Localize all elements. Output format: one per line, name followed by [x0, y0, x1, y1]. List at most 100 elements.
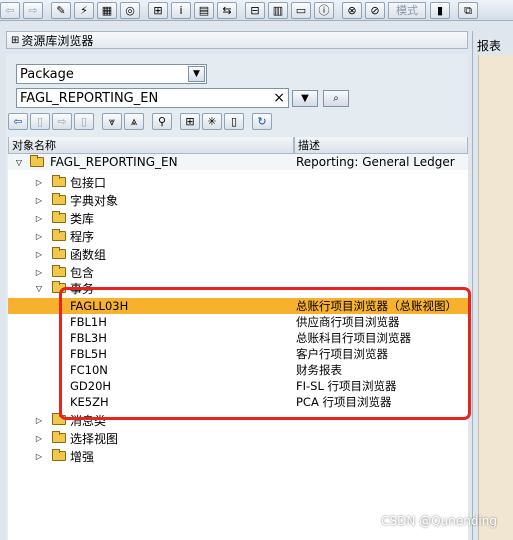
tree-node-class-library[interactable]: ▷ 类库 — [8, 210, 468, 226]
repository-browser-icon: ⊞ — [11, 34, 20, 46]
tree-root-row[interactable]: ▽ FAGL_REPORTING_EN Reporting: General L… — [8, 154, 468, 170]
folder-icon — [52, 175, 66, 187]
folder-icon — [52, 431, 66, 443]
worklist-icon[interactable]: ▥ — [268, 1, 288, 19]
transaction-code: FBL3H — [70, 331, 107, 345]
tree-node-package-interfaces[interactable]: ▷ 包接口 — [8, 174, 468, 190]
transaction-description: 财务报表 — [296, 363, 342, 377]
collapsed-icon[interactable]: ▷ — [34, 268, 44, 277]
display-object-list-icon[interactable]: ▤ — [194, 1, 214, 19]
next-list-icon[interactable]: ▯ — [74, 112, 94, 130]
tree-node-label: 程序 — [70, 229, 95, 244]
transaction-description: 供应商行项目浏览器 — [296, 315, 400, 329]
collapsed-icon[interactable]: ▷ — [34, 178, 44, 187]
display-icon[interactable]: ⧉ — [458, 1, 478, 19]
tree-root-description: Reporting: General Ledger — [296, 155, 455, 169]
tree-node-selection-views[interactable]: ▷ 选择视图 — [8, 430, 468, 446]
session-breakpoint-icon[interactable]: ⊘ — [365, 1, 385, 19]
tree-root-label: FAGL_REPORTING_EN — [50, 155, 178, 169]
transaction-row[interactable]: KE5ZH PCA 行项目浏览器 — [8, 394, 468, 410]
object-type-value: Package — [20, 66, 74, 82]
binoculars-find-icon[interactable]: ⚲ — [152, 112, 172, 130]
transaction-row[interactable]: FBL3H 总账科目行项目浏览器 — [8, 330, 468, 346]
folder-open-icon — [52, 281, 66, 293]
tree-node-label: 增强 — [70, 449, 95, 464]
breakpoint-icon[interactable]: ⊗ — [342, 1, 362, 19]
close-icon[interactable]: × — [273, 90, 285, 106]
column-object-name[interactable]: 对象名称 — [8, 137, 294, 154]
transaction-description: 总账科目行项目浏览器 — [296, 331, 411, 345]
chevron-down-icon[interactable]: ▼ — [188, 66, 205, 82]
transaction-description: FI-SL 行项目浏览器 — [296, 379, 397, 393]
tree-node-label: 函数组 — [70, 247, 107, 262]
check-object-icon[interactable]: ▦ — [97, 1, 117, 19]
collapsed-icon[interactable]: ▷ — [34, 250, 44, 259]
tree-node-label: 选择视图 — [70, 431, 119, 446]
hierarchy-up-icon[interactable]: ⊞ — [180, 112, 200, 130]
info-flag-icon[interactable]: i — [171, 1, 191, 19]
collapsed-icon[interactable]: ▷ — [34, 196, 44, 205]
navigate-icon[interactable]: ⇆ — [217, 1, 237, 19]
folder-icon — [52, 247, 66, 259]
transaction-row[interactable]: FBL5H 客户行项目浏览器 — [8, 346, 468, 362]
display-glasses-button[interactable]: ⌕ — [323, 90, 349, 107]
previous-list-icon[interactable]: ▯ — [30, 112, 50, 130]
object-type-select[interactable]: Package ▼ — [16, 64, 207, 84]
display-list-icon[interactable]: ▭ — [291, 1, 311, 19]
transaction-row[interactable]: FAGLL03H 总账行项目浏览器（总账视图） — [8, 298, 468, 314]
collapsed-icon[interactable]: ▷ — [34, 434, 44, 443]
next-object-icon[interactable]: ⇨ — [52, 112, 72, 130]
previous-object-icon[interactable]: ⇦ — [8, 112, 28, 130]
activate-icon[interactable]: ⚡ — [74, 1, 94, 19]
tree-node-programs[interactable]: ▷ 程序 — [8, 228, 468, 244]
dropdown-history-button[interactable]: ▼ — [292, 90, 318, 107]
tree-node-label: 包含 — [70, 265, 95, 280]
transaction-row[interactable]: FBL1H 供应商行项目浏览器 — [8, 314, 468, 330]
clipboard-icon[interactable]: ▯ — [224, 112, 244, 130]
transaction-code: FAGLL03H — [70, 299, 129, 313]
transaction-code: GD20H — [70, 379, 112, 393]
folder-icon — [52, 193, 66, 205]
expanded-icon[interactable]: ▽ — [14, 158, 24, 167]
tree-node-enhancements[interactable]: ▷ 增强 — [8, 448, 468, 464]
tree-node-label: 包接口 — [70, 175, 107, 190]
tree-node-includes[interactable]: ▷ 包含 — [8, 264, 468, 280]
transaction-row[interactable]: GD20H FI-SL 行项目浏览器 — [8, 378, 468, 394]
tree-node-transactions[interactable]: ▽ 事务 — [8, 280, 468, 296]
hide-icon[interactable]: ▮ — [430, 1, 450, 19]
where-used-icon[interactable]: ◎ — [120, 1, 140, 19]
collapsed-icon[interactable]: ▷ — [34, 416, 44, 425]
report-area — [478, 55, 513, 540]
refresh-icon[interactable]: ↻ — [252, 112, 272, 130]
transaction-code: FBL5H — [70, 347, 107, 361]
folder-icon — [52, 413, 66, 425]
folder-icon — [52, 449, 66, 461]
tree-node-dictionary-objects[interactable]: ▷ 字典对象 — [8, 192, 468, 208]
collapsed-icon[interactable]: ▷ — [34, 232, 44, 241]
tree-node-message-classes[interactable]: ▷ 消息类 — [8, 412, 468, 428]
tree-toolbar: ⇦ ▯ ⇨ ▯ ⩔ ⩓ ⚲ ⊞ ✳ ▯ ↻ — [8, 111, 468, 131]
object-name-input[interactable]: FAGL_REPORTING_EN × — [16, 88, 289, 108]
highlight-icon[interactable]: ✳ — [202, 112, 222, 130]
object-tree-icon[interactable]: ⊟ — [245, 1, 265, 19]
expanded-icon[interactable]: ▽ — [34, 284, 44, 293]
hierarchy-icon[interactable]: ⊞ — [148, 1, 168, 19]
mode-button[interactable]: 模式 — [388, 1, 426, 19]
edit-toggle-icon[interactable]: ✎ — [51, 1, 71, 19]
object-name-value: FAGL_REPORTING_EN — [20, 90, 159, 106]
panel-title-text: 资源库浏览器 — [21, 33, 94, 48]
transaction-row[interactable]: FC10N 财务报表 — [8, 362, 468, 378]
info-icon[interactable]: ⓘ — [314, 1, 334, 19]
tree-node-label: 事务 — [70, 281, 95, 296]
forward-icon[interactable]: ⇨ — [23, 1, 43, 19]
transaction-description: PCA 行项目浏览器 — [296, 395, 392, 409]
report-tab[interactable]: 报表 — [477, 37, 501, 54]
back-icon[interactable]: ⇦ — [0, 1, 20, 19]
transaction-description: 总账行项目浏览器（总账视图） — [296, 299, 457, 313]
column-description[interactable]: 描述 — [294, 137, 468, 154]
collapse-all-icon[interactable]: ⩔ — [102, 112, 122, 130]
tree-node-function-groups[interactable]: ▷ 函数组 — [8, 246, 468, 262]
collapsed-icon[interactable]: ▷ — [34, 214, 44, 223]
collapsed-icon[interactable]: ▷ — [34, 452, 44, 461]
expand-all-icon[interactable]: ⩓ — [124, 112, 144, 130]
